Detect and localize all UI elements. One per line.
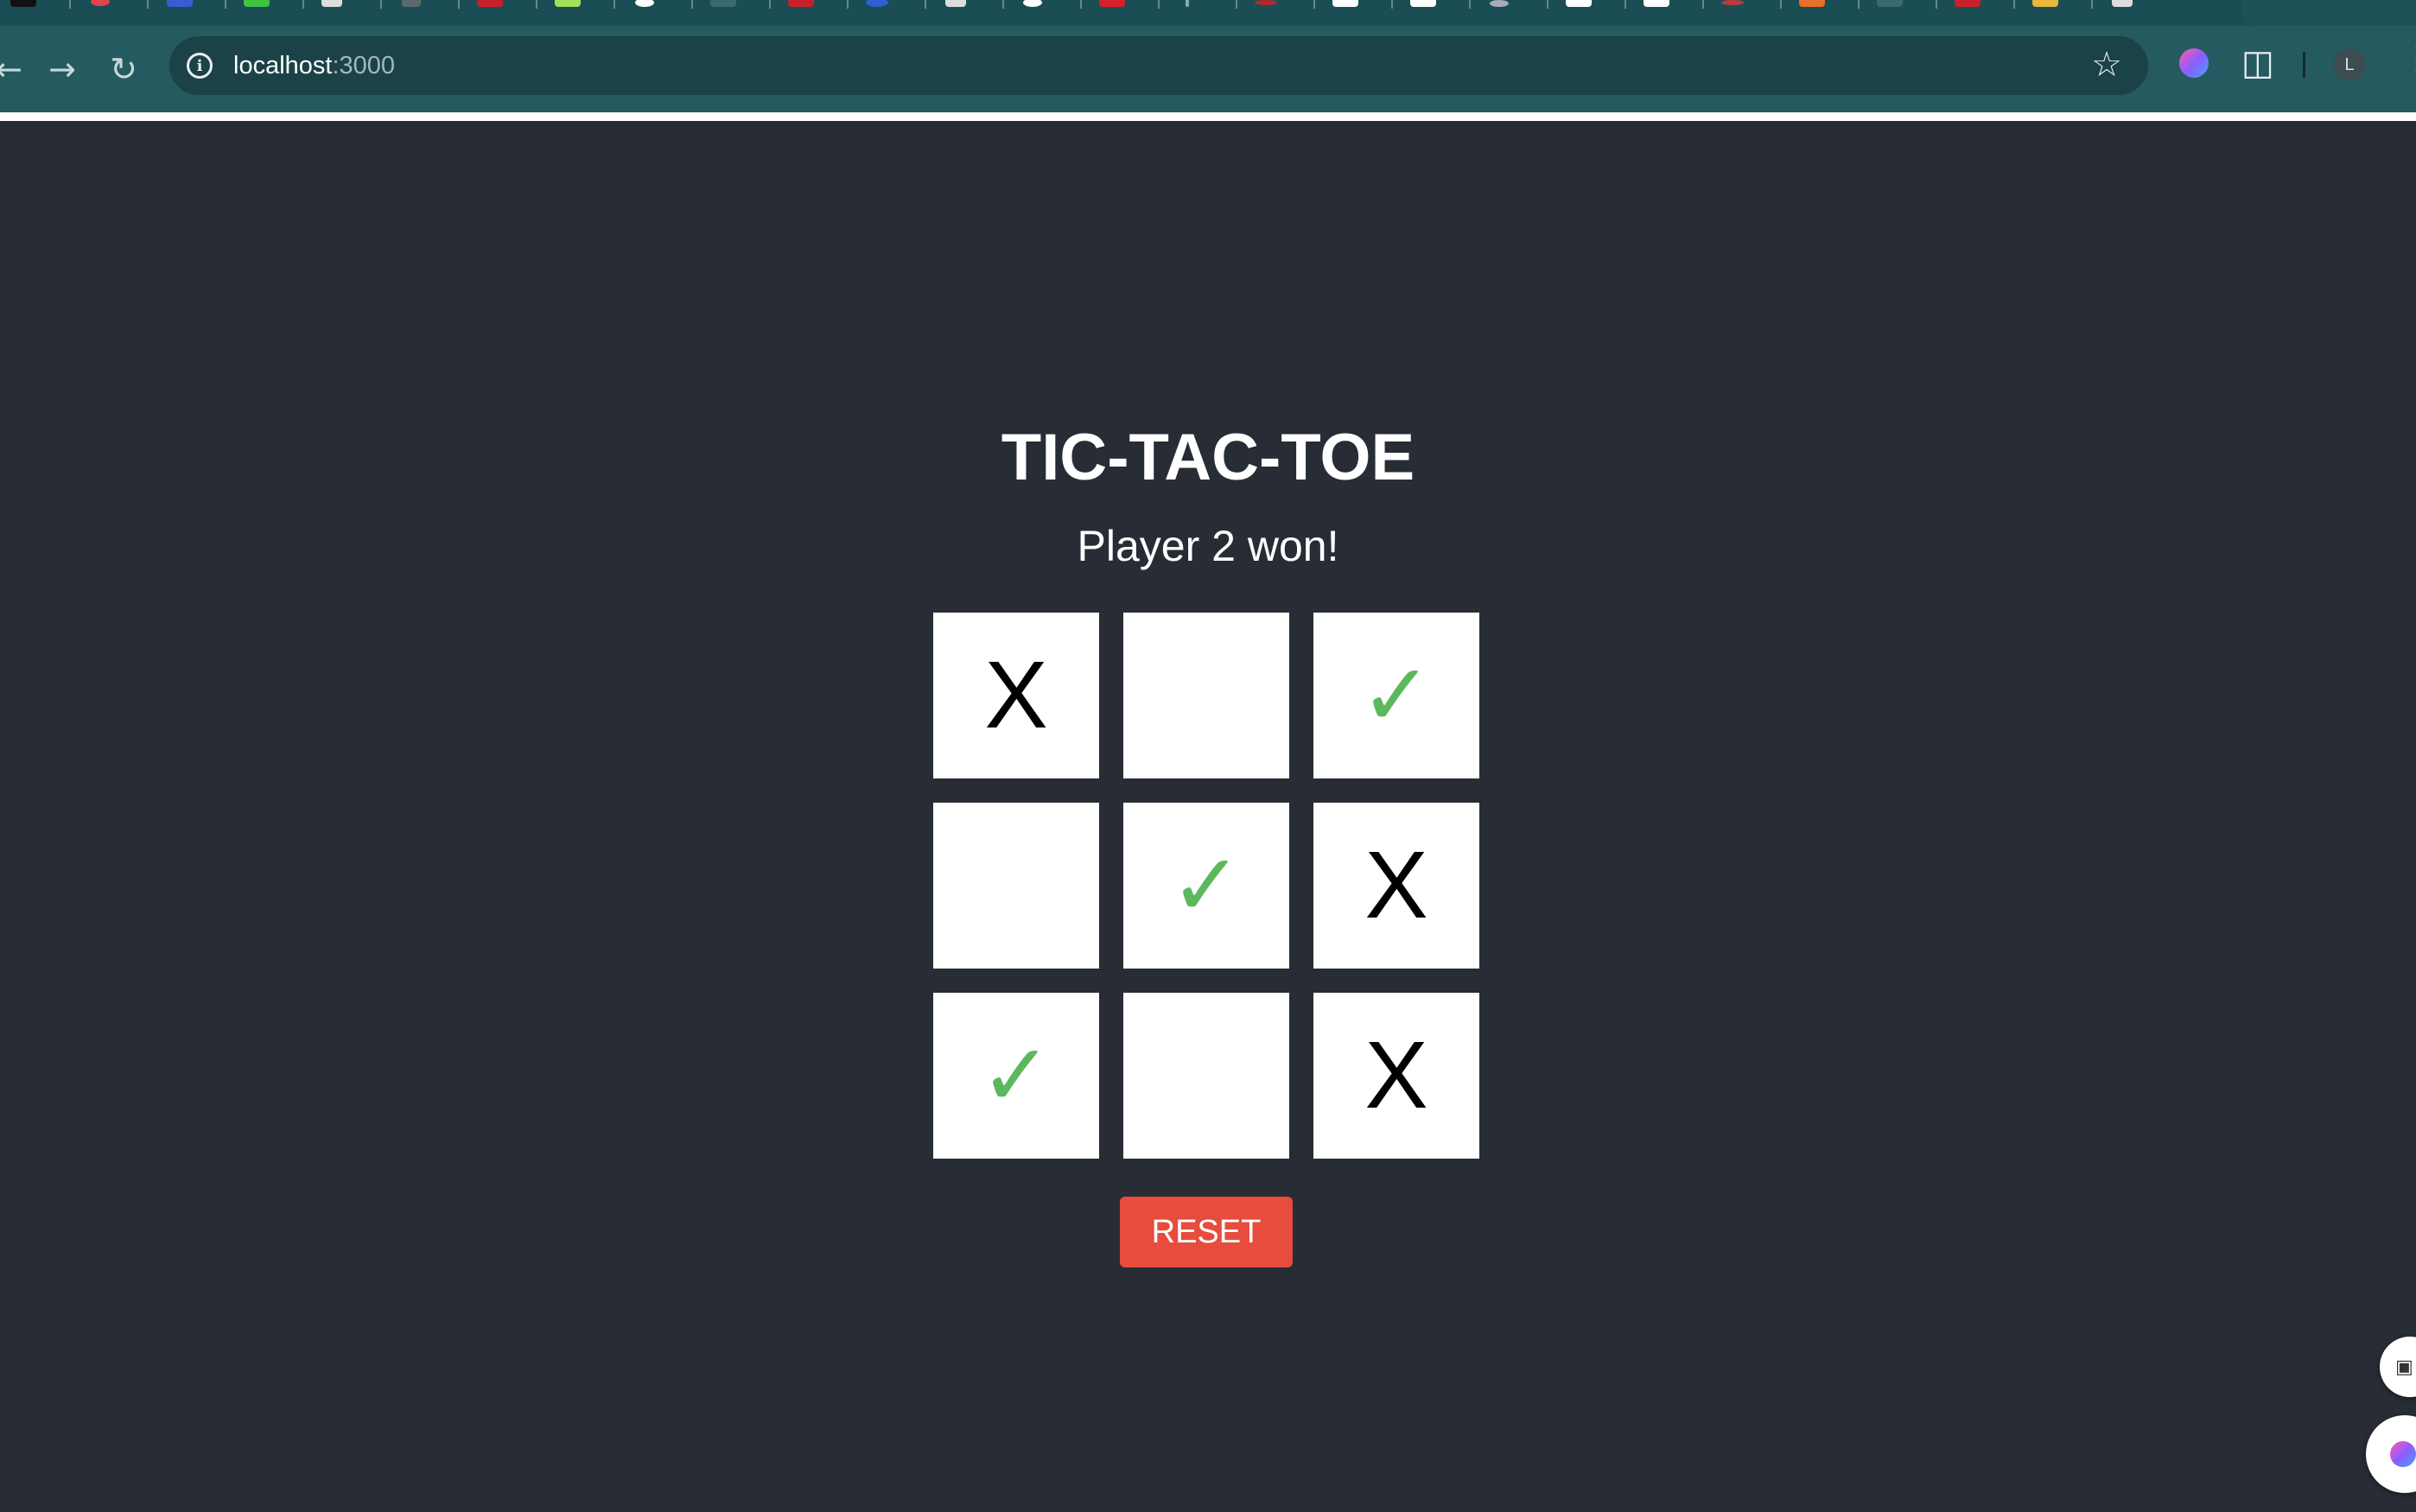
- board-cell-0-2[interactable]: ✓: [1313, 613, 1479, 778]
- toolbar-divider: [2303, 52, 2305, 78]
- page-title: TIC-TAC-TOE: [1001, 421, 1415, 494]
- tab-favicon[interactable]: [1186, 0, 1189, 7]
- game-status: Player 2 won!: [1077, 522, 1339, 570]
- game-board: X ✓ ✓ X ✓ X: [933, 613, 1481, 1160]
- tab-favicons: [0, 0, 2173, 26]
- tab-favicon[interactable]: [788, 0, 814, 7]
- tab-separator: [2013, 0, 2015, 9]
- tab-favicon[interactable]: [1255, 0, 1277, 5]
- arrow-right-icon[interactable]: →: [36, 43, 88, 95]
- tab-separator: [1469, 0, 1471, 9]
- tab-separator: [380, 0, 382, 9]
- tab-separator: [1313, 0, 1315, 9]
- tab-favicon[interactable]: [635, 0, 654, 7]
- tab-separator: [1391, 0, 1393, 9]
- star-icon[interactable]: ☆: [2091, 45, 2122, 85]
- tab-strip: [0, 0, 2416, 26]
- board-cell-1-2[interactable]: X: [1313, 803, 1479, 969]
- tab-favicon[interactable]: [710, 0, 736, 7]
- tab-favicon[interactable]: [167, 0, 193, 7]
- tab-separator: [69, 0, 71, 9]
- tab-separator: [147, 0, 149, 9]
- tab-separator: [458, 0, 460, 9]
- board-cell-0-0[interactable]: X: [933, 613, 1099, 778]
- tab-separator: [769, 0, 771, 9]
- tab-separator: [1236, 0, 1237, 9]
- tab-favicon[interactable]: [1955, 0, 1980, 7]
- tab-separator: [1936, 0, 1937, 9]
- tab-separator: [614, 0, 615, 9]
- board-cell-0-1[interactable]: [1123, 613, 1289, 778]
- tab-favicon[interactable]: [244, 0, 270, 7]
- tab-separator: [1080, 0, 1082, 9]
- tab-separator: [2091, 0, 2093, 9]
- brain-extension-icon[interactable]: [2179, 48, 2209, 78]
- address-bar[interactable]: i localhost:3000 ☆: [169, 36, 2148, 95]
- tab-separator: [302, 0, 304, 9]
- url-host: localhost: [233, 51, 333, 79]
- active-tab[interactable]: [2241, 0, 2416, 26]
- tab-favicon[interactable]: [1877, 0, 1903, 7]
- kebab-menu-icon[interactable]: ⋮: [2400, 41, 2416, 76]
- tab-separator: [925, 0, 926, 9]
- browser-toolbar: ← → ↻ i localhost:3000 ☆: [0, 26, 2416, 112]
- puzzle-icon[interactable]: ◫: [2241, 43, 2274, 83]
- tab-favicon[interactable]: [10, 0, 36, 7]
- info-icon[interactable]: i: [187, 53, 213, 79]
- tab-favicon[interactable]: [1490, 0, 1509, 7]
- tab-favicon[interactable]: [1799, 0, 1825, 7]
- reload-icon[interactable]: ↻: [98, 43, 149, 95]
- tab-favicon[interactable]: [2112, 0, 2133, 7]
- tab-favicon[interactable]: [1023, 0, 1042, 7]
- app-container: TIC-TAC-TOE Player 2 won! X ✓ ✓ X ✓ X RE…: [0, 121, 2416, 1512]
- tab-favicon[interactable]: [866, 0, 888, 7]
- avatar[interactable]: L: [2333, 48, 2366, 81]
- tab-favicon[interactable]: [2032, 0, 2058, 7]
- tab-separator: [1780, 0, 1782, 9]
- board-cell-2-0[interactable]: ✓: [933, 993, 1099, 1159]
- board-cell-2-2[interactable]: X: [1313, 993, 1479, 1159]
- tab-separator: [225, 0, 226, 9]
- tab-favicon[interactable]: [555, 0, 581, 7]
- board-cell-1-1[interactable]: ✓: [1123, 803, 1289, 969]
- tab-separator: [1002, 0, 1004, 9]
- tab-favicon[interactable]: [402, 0, 421, 7]
- tab-separator: [1858, 0, 1860, 9]
- arrow-left-icon[interactable]: ←: [0, 43, 35, 95]
- tab-favicon[interactable]: [1410, 0, 1436, 7]
- tab-separator: [1158, 0, 1160, 9]
- tab-favicon[interactable]: [91, 0, 110, 6]
- tab-separator: [1547, 0, 1548, 9]
- board-cell-2-1[interactable]: [1123, 993, 1289, 1159]
- tab-favicon[interactable]: [1566, 0, 1592, 7]
- tab-favicon[interactable]: [1721, 0, 1744, 5]
- tab-favicon[interactable]: [1099, 0, 1125, 7]
- page-top-strip: [0, 112, 2416, 121]
- tab-separator: [536, 0, 537, 9]
- url-port: :3000: [332, 51, 396, 79]
- tab-favicon[interactable]: [1332, 0, 1358, 7]
- tab-separator: [847, 0, 849, 9]
- tab-separator: [1702, 0, 1704, 9]
- tab-favicon[interactable]: [1644, 0, 1669, 7]
- tab-favicon[interactable]: [321, 0, 342, 7]
- board-cell-1-0[interactable]: [933, 803, 1099, 969]
- tab-separator: [691, 0, 693, 9]
- brain-icon: [2390, 1441, 2416, 1467]
- tab-favicon[interactable]: [945, 0, 966, 7]
- tab-favicon[interactable]: [477, 0, 503, 7]
- tab-separator: [1624, 0, 1626, 9]
- reset-button[interactable]: RESET: [1120, 1197, 1293, 1267]
